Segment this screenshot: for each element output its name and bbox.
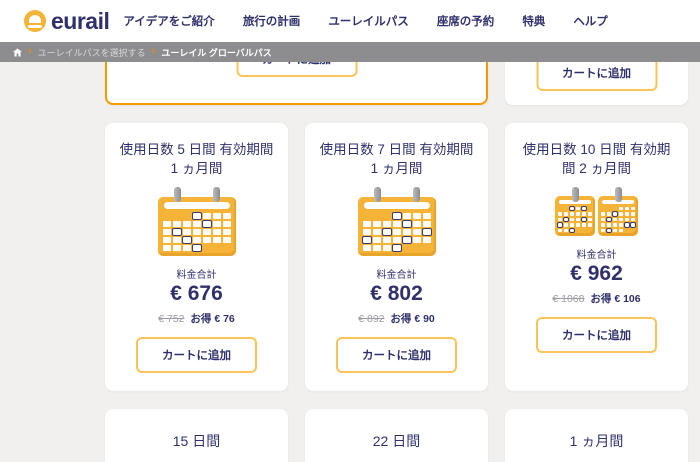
pass-card: 使用日数 10 日間 有効期間 2 ヵ月間 料金合計 € 962 € 1068 … [505,123,688,391]
pass-row-bottom: 15 日間 22 日間 1 ヵ月間 [105,408,700,462]
eurail-logo[interactable]: eurail [24,7,110,34]
nav-item-1[interactable]: アイデアをご紹介 [123,13,214,29]
calendar-icon-slot [157,186,236,256]
breadcrumb-item-global-pass: ユーレイル グローバルパス [161,47,272,58]
nav-item-6[interactable]: ヘルプ [573,13,608,29]
calendar-icon [157,186,236,256]
calendar-grid [358,211,436,252]
binder-ring [173,186,181,202]
pass-card: 1 ヵ月間 [505,408,688,462]
add-to-cart-button[interactable]: カートに追加 [136,336,257,373]
calendar-grid [158,211,236,252]
eurail-logo-icon [24,10,46,32]
home-icon [13,47,22,57]
nav-item-3[interactable]: ユーレイルパス [328,13,409,29]
pass-card-title: 15 日間 [172,432,221,449]
pass-card-title: 1 ヵ月間 [569,432,624,449]
old-price: € 892 [358,312,385,325]
old-price: € 752 [158,312,185,325]
binder-ring [412,186,420,202]
savings-amount: お得 € 76 [190,312,235,325]
nav-item-2[interactable]: 旅行の計画 [243,13,301,29]
chevron-separator-icon: › [28,44,32,57]
pass-card-title: 22 日間 [372,432,421,449]
chevron-separator-icon: › [151,44,156,57]
discount-line: € 752 お得 € 76 [158,311,235,326]
eurail-logo-text: eurail [51,7,110,34]
price-total-label: 料金合計 [576,250,617,262]
breadcrumb-home[interactable] [13,47,22,57]
breadcrumb-item-select-pass[interactable]: ユーレイルパスを選択する [38,46,146,59]
pass-card-title: 使用日数 10 日間 有効期間 2 ヵ月間 [522,142,671,176]
discount-line: € 892 お得 € 90 [358,311,435,326]
calendar-icon-slot [357,186,436,256]
binder-ring [212,186,220,202]
old-price: € 1068 [552,293,585,306]
calendar-grid [555,205,595,234]
pass-card-title: 使用日数 5 日間 有効期間 1 ヵ月間 [119,142,274,176]
price-value: € 676 [170,281,223,305]
price-total-label: 料金合計 [176,269,217,281]
main-nav: アイデアをご紹介 旅行の計画 ユーレイルパス 座席の予約 特典 ヘルプ [123,13,607,29]
binder-ring [614,186,622,202]
price-value: € 802 [370,281,423,305]
savings-amount: お得 € 106 [590,293,641,306]
double-calendar-icon [555,186,638,237]
pass-card: 使用日数 7 日間 有効期間 1 ヵ月間 料金合計 € 802 € 892 お得… [305,123,488,391]
binder-ring [373,186,381,202]
binder-ring [571,186,579,202]
breadcrumb: › ユーレイルパスを選択する › ユーレイル グローバルパス [0,42,700,62]
pass-row-main: 使用日数 5 日間 有効期間 1 ヵ月間 料金合計 € 676 € 752 お得… [105,123,700,391]
discount-line: € 1068 お得 € 106 [552,291,640,306]
nav-item-4[interactable]: 座席の予約 [437,13,495,29]
pass-card: 22 日間 [305,408,488,462]
pass-card: 15 日間 [105,408,288,462]
calendar-icon-slot [555,186,638,237]
add-to-cart-button[interactable]: カートに追加 [536,317,657,354]
top-navbar: eurail アイデアをご紹介 旅行の計画 ユーレイルパス 座席の予約 特典 ヘルプ [0,0,700,42]
pass-card-title: 使用日数 7 日間 有効期間 1 ヵ月間 [319,142,474,176]
price-value: € 962 [570,262,623,286]
browser-viewport: eurail アイデアをご紹介 旅行の計画 ユーレイルパス 座席の予約 特典 ヘルプ › … [0,0,700,462]
nav-item-5[interactable]: 特典 [522,13,545,29]
add-to-cart-button[interactable]: カートに追加 [336,336,457,373]
content-area: カートに追加 カートに追加 使用日数 5 日間 有効期間 1 ヵ月間 料金合計 … [0,42,700,462]
calendar-icon [357,186,436,256]
price-total-label: 料金合計 [376,269,417,281]
savings-amount: お得 € 90 [390,312,435,325]
pass-card: 使用日数 5 日間 有効期間 1 ヵ月間 料金合計 € 676 € 752 お得… [105,123,288,391]
calendar-grid [598,206,638,234]
